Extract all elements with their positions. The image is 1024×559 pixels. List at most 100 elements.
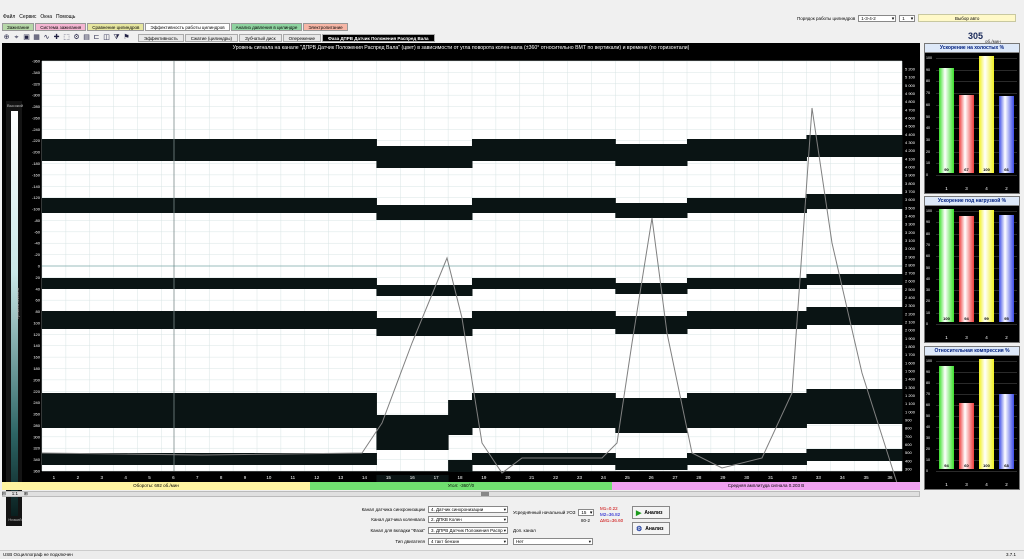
panel-axis-label: 70	[926, 242, 930, 247]
x-tick: 34	[840, 475, 846, 480]
view-tab[interactable]: Зубчатый диск	[238, 34, 282, 42]
panel-axis-label: 70	[926, 91, 930, 96]
y-tick-left: 100	[33, 320, 40, 325]
bar-cylinder-label: 3	[965, 335, 968, 340]
view-tab[interactable]: Сжатие (цилиндры)	[184, 34, 238, 42]
y-tick-left: -200	[32, 150, 41, 155]
photo-icon[interactable]: ▣	[22, 33, 31, 42]
y-tick-left: -160	[32, 172, 41, 177]
y-tick-left: -280	[32, 104, 41, 109]
x-tick: 36	[888, 475, 894, 480]
extra-channel-select[interactable]: Нет	[513, 538, 593, 545]
analyze-button-1[interactable]: ▶ Анализ	[632, 506, 670, 519]
signal-band	[352, 453, 377, 465]
status-text: USB Осциллограф не подключен	[3, 552, 73, 557]
cylinder-select[interactable]: 1	[899, 14, 916, 22]
grid-icon[interactable]: ▦	[32, 33, 41, 42]
x-tick: 35	[864, 475, 870, 480]
engine-select[interactable]: 4 такт бензин	[428, 538, 508, 545]
zoom-area-icon[interactable]: ⬚	[62, 33, 71, 42]
view-tab[interactable]: Опережение	[282, 34, 321, 42]
filter-icon[interactable]: ⧩	[112, 33, 121, 42]
signal-band	[376, 146, 401, 168]
top-tab[interactable]: Анализ давления в цилиндре	[230, 23, 303, 31]
uoz-select[interactable]: 15	[578, 509, 595, 516]
cylinders-icon: ⚙	[636, 525, 643, 533]
zoom-icon[interactable]: ⊕	[2, 33, 11, 42]
y-tick-left: -320	[32, 81, 41, 86]
sync-select[interactable]: 4. Датчик синхронизации	[428, 506, 508, 513]
signal-band	[280, 453, 306, 465]
panel-axis-label: 20	[926, 149, 930, 154]
signal-band	[854, 194, 879, 209]
y-tick-left: -220	[32, 138, 41, 143]
y-tick-right: 3 600	[905, 197, 916, 202]
bar-cylinder-label: 4	[985, 335, 988, 340]
y-tick-right: 2 900	[905, 254, 916, 259]
signal-band	[615, 458, 640, 470]
y-tick-left: -20	[34, 252, 41, 257]
signal-band	[639, 283, 664, 294]
signal-band	[878, 307, 903, 325]
signal-band	[591, 453, 616, 465]
zoom-out-icon[interactable]: ⊟	[2, 491, 6, 497]
signal-band	[424, 415, 449, 450]
menu-item[interactable]: Файл	[3, 14, 15, 20]
x-tick: 26	[649, 475, 655, 480]
menu-item[interactable]: Сервис	[19, 14, 36, 20]
bar-cylinder-label: 2	[1005, 482, 1008, 487]
signal-band	[758, 393, 784, 428]
signal-band	[448, 146, 473, 168]
bar-cyl-4	[979, 359, 994, 469]
top-tab[interactable]: Сравнение цилиндров	[87, 23, 145, 31]
horizontal-scrollbar[interactable]	[2, 491, 920, 497]
signal-band	[257, 278, 282, 289]
ruler-icon[interactable]: ⊏	[92, 33, 101, 42]
signal-band	[734, 393, 760, 428]
cylinder-icon[interactable]: ◫	[102, 33, 111, 42]
top-tab[interactable]: Электропитание	[303, 23, 348, 31]
menu-item[interactable]: Помощь	[56, 14, 75, 20]
signal-band	[257, 311, 282, 329]
signal-band	[567, 278, 592, 289]
y-tick-left: 300	[33, 434, 40, 439]
flag-icon[interactable]: ⚑	[122, 33, 131, 42]
crank-select[interactable]: 2. ДПКВ Колен	[428, 516, 508, 523]
car-select[interactable]: Выбор авто	[918, 14, 1017, 22]
view-tab[interactable]: Фаза ДПРВ Датчик Положения Распред Вала	[322, 34, 435, 42]
compression-panel: Относительная компрессия % 100 90 80 70 60 50 4…	[924, 346, 1020, 490]
channel-icon[interactable]: ∿	[42, 33, 51, 42]
signal-band	[352, 311, 377, 329]
cursor-icon[interactable]: ⌖	[12, 33, 21, 42]
y-tick-right: 3 000	[905, 246, 916, 251]
signal-band	[400, 285, 425, 296]
zoom-in-icon[interactable]: ⊞	[24, 491, 28, 497]
analyze-button-2[interactable]: ⚙ Анализ	[632, 522, 670, 535]
y-tick-left: 60	[36, 298, 41, 303]
phase-plot[interactable]: Уровень сигнала на канале "ДПРВ Датчик П…	[2, 43, 920, 526]
signal-band	[663, 203, 688, 218]
phase-select[interactable]: 3. ДПРВ Датчик Положения Распр	[428, 527, 508, 534]
top-tab[interactable]: Система зажигания	[35, 23, 87, 31]
y-tick-left: 260	[33, 412, 40, 417]
signal-band	[328, 393, 354, 428]
signal-band	[233, 393, 258, 428]
zoom-ratio: 1:1	[11, 491, 19, 496]
signal-band	[185, 278, 210, 289]
chart-icon[interactable]: ▤	[82, 33, 91, 42]
settings-icon[interactable]: ⚙	[72, 33, 81, 42]
marker-m1: M1=0.22	[600, 506, 618, 511]
y-tick-left: -140	[32, 184, 41, 189]
marker-m2: M2=36.82	[600, 512, 621, 517]
scroll-thumb[interactable]	[481, 492, 489, 496]
marker-icon[interactable]: ✚	[52, 33, 61, 42]
signal-band	[304, 393, 330, 428]
signal-band	[328, 453, 354, 465]
top-tab[interactable]: Эффективность работы цилиндров	[145, 23, 230, 31]
signal-band	[495, 278, 521, 289]
y-tick-left: -300	[32, 93, 41, 98]
order-select[interactable]: 1-3-4-2	[858, 14, 897, 22]
top-tab[interactable]: Зажигание	[2, 23, 35, 31]
view-tab[interactable]: Эффективность	[138, 34, 184, 42]
menu-item[interactable]: Окна	[40, 14, 52, 20]
